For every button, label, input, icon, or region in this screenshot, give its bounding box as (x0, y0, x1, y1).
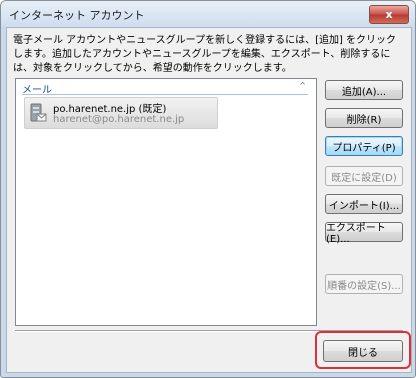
set-default-button[interactable]: 既定に設定(D) (325, 166, 403, 186)
title-bar[interactable]: インターネット アカウント x (1, 1, 415, 27)
account-list[interactable]: メール ^ po.harenet.ne.jp (既定) harenet@po.h… (15, 78, 317, 326)
dialog-body: 電子メール アカウントやニュースグループを新しく登録するには、[追加] をクリッ… (6, 27, 412, 373)
list-group-header: メール ^ (22, 81, 308, 96)
properties-button[interactable]: プロパティ(P) (325, 136, 403, 156)
instructions-text: 電子メール アカウントやニュースグループを新しく登録するには、[追加] をクリッ… (13, 35, 397, 74)
close-button[interactable]: 閉じる (323, 340, 403, 362)
import-button[interactable]: インポート(I)... (325, 194, 403, 214)
dialog-window: インターネット アカウント x 電子メール アカウントやニュースグループを新しく… (0, 0, 416, 378)
set-order-button[interactable]: 順番の設定(S)... (325, 274, 403, 294)
close-icon: x (385, 8, 393, 21)
window-close-button[interactable]: x (369, 5, 409, 24)
account-name: po.harenet.ne.jp (既定) (53, 104, 167, 115)
mail-server-icon (30, 103, 47, 122)
remove-button[interactable]: 削除(R) (325, 108, 403, 128)
list-item[interactable]: po.harenet.ne.jp (既定) harenet@po.harenet… (24, 97, 218, 129)
export-button[interactable]: エクスポート(E)... (325, 222, 403, 245)
window-title: インターネット アカウント (9, 9, 145, 22)
group-header-label: メール (22, 85, 52, 96)
add-button[interactable]: 追加(A)... (325, 80, 403, 100)
sort-arrow-icon: ^ (299, 81, 306, 90)
account-email: harenet@po.harenet.ne.jp (53, 114, 185, 125)
